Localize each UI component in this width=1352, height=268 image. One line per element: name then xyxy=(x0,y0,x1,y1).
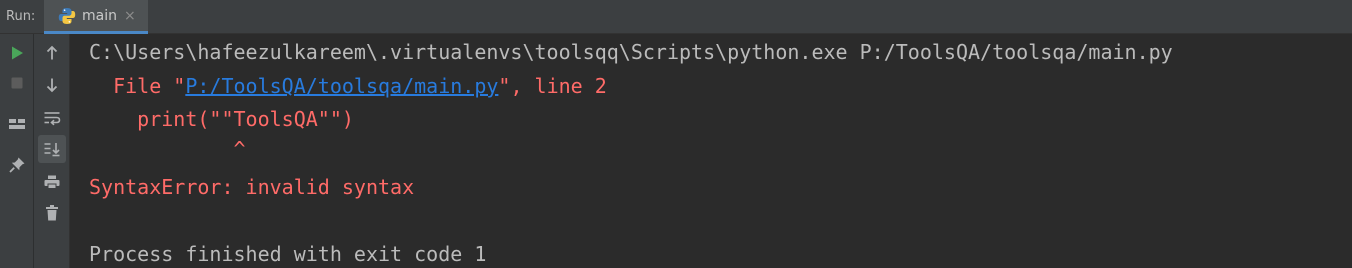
print-button[interactable] xyxy=(38,168,66,196)
scroll-to-end-button[interactable] xyxy=(38,135,66,163)
stop-icon xyxy=(11,77,23,89)
console-output[interactable]: C:\Users\hafeezulkareem\.virtualenvs\too… xyxy=(70,34,1352,268)
run-icon xyxy=(12,46,23,60)
clear-all-button[interactable] xyxy=(38,199,66,227)
traceback-code-line: print(""ToolsQA"") xyxy=(89,107,354,131)
python-icon xyxy=(58,8,76,24)
traceback-file-line: File "P:/ToolsQA/toolsqa/main.py", line … xyxy=(89,74,607,98)
tab-main[interactable]: main × xyxy=(44,0,148,34)
stop-button[interactable] xyxy=(3,69,31,97)
down-stack-frame-button[interactable] xyxy=(38,71,66,99)
process-exit-line: Process finished with exit code 1 xyxy=(89,242,487,266)
soft-wrap-icon xyxy=(44,112,61,126)
layout-button[interactable] xyxy=(3,110,31,138)
arrow-down-icon xyxy=(46,78,58,93)
run-tool-window-header: Run: main × xyxy=(0,0,1352,34)
run-controls-toolbar xyxy=(0,34,34,268)
arrow-up-icon xyxy=(46,45,58,60)
command-line: C:\Users\hafeezulkareem\.virtualenvs\too… xyxy=(89,40,1173,64)
up-stack-frame-button[interactable] xyxy=(38,39,66,67)
scroll-to-end-icon xyxy=(44,143,60,157)
print-icon xyxy=(44,175,60,189)
error-caret-line: ^ xyxy=(89,137,246,161)
traceback-file-suffix: ", line 2 xyxy=(498,74,607,98)
soft-wrap-button[interactable] xyxy=(38,104,66,132)
layout-icon xyxy=(9,119,25,129)
close-icon[interactable]: × xyxy=(124,8,136,24)
pin-tab-button[interactable] xyxy=(3,151,31,179)
trash-icon xyxy=(46,205,58,221)
file-link[interactable]: P:/ToolsQA/toolsqa/main.py xyxy=(185,74,498,98)
pin-icon xyxy=(9,157,25,173)
console-toolbar xyxy=(34,34,70,268)
tab-main-label: main xyxy=(82,8,117,24)
run-label: Run: xyxy=(6,9,36,24)
syntax-error-line: SyntaxError: invalid syntax xyxy=(89,175,415,199)
rerun-button[interactable] xyxy=(3,39,31,67)
traceback-file-prefix: File " xyxy=(89,74,186,98)
